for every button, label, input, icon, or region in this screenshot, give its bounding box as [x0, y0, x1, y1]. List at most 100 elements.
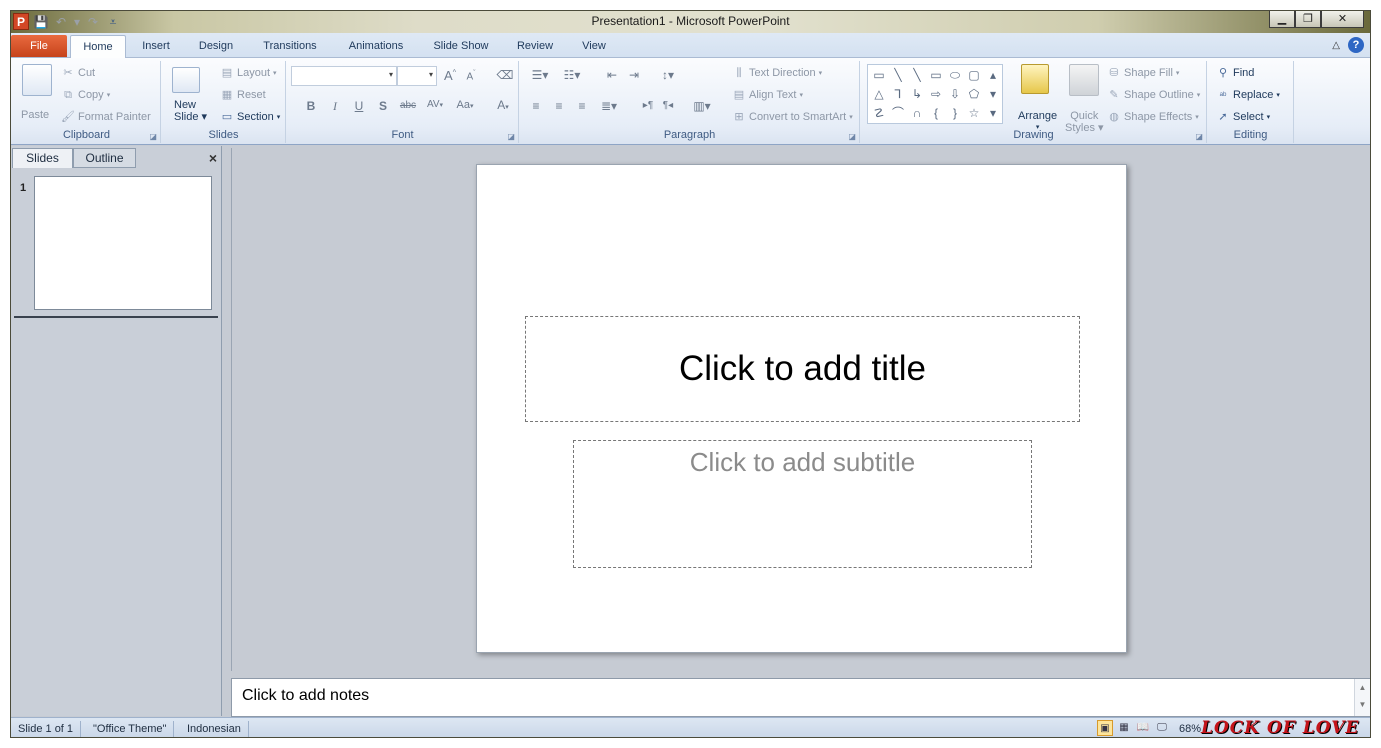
minimize-ribbon-icon[interactable]: △ [1332, 40, 1340, 51]
slide-sorter-icon[interactable]: ▦ [1116, 720, 1132, 736]
text-direction-button[interactable]: ⫼ Text Direction ▾ [732, 66, 822, 80]
tab-animations[interactable]: Animations [339, 35, 413, 58]
arc-shape-icon[interactable]: ∩ [908, 104, 926, 123]
shapes-gallery[interactable]: ▭ ╲ ╲ ▭ ⬭ ▢ ▴ △ ⅂ ↳ ⇨ ⇩ ⬠ ▾ ☡ ⌒ ∩ { } ☆ [867, 64, 1003, 124]
help-icon[interactable]: ? [1348, 37, 1364, 53]
tab-design[interactable]: Design [191, 35, 241, 58]
left-to-right-icon[interactable]: ▸¶ [638, 100, 658, 111]
clear-formatting-icon[interactable]: ⌫ [495, 68, 515, 82]
clipboard-launcher-icon[interactable]: ◪ [149, 132, 157, 141]
down-arrow-shape-icon[interactable]: ⇩ [946, 85, 964, 104]
shape-fill-button[interactable]: ⛁ Shape Fill ▾ [1107, 66, 1179, 80]
notes-placeholder[interactable]: Click to add notes [242, 687, 369, 705]
minimize-button[interactable]: ▁ [1269, 11, 1295, 28]
tab-insert[interactable]: Insert [133, 35, 179, 58]
slide-show-icon[interactable]: 🖵 [1154, 720, 1170, 736]
slide-thumbnail[interactable] [34, 176, 212, 310]
freeform-shape-icon[interactable]: ☡ [870, 104, 888, 123]
increase-indent-icon[interactable]: ⇥ [624, 68, 644, 82]
left-brace-shape-icon[interactable]: { [927, 104, 945, 123]
tab-slides[interactable]: Slides [12, 148, 73, 168]
title-placeholder[interactable]: Click to add title [525, 316, 1080, 422]
bullets-icon[interactable]: ☰▾ [526, 68, 554, 82]
justify-icon[interactable]: ≣▾ [596, 99, 622, 113]
copy-button[interactable]: ⧉ Copy ▾ [61, 88, 110, 102]
tab-outline[interactable]: Outline [73, 148, 136, 168]
numbering-icon[interactable]: ☷▾ [558, 68, 586, 82]
tab-review[interactable]: Review [511, 35, 559, 58]
tab-file[interactable]: File [11, 35, 67, 57]
font-launcher-icon[interactable]: ◪ [507, 132, 515, 141]
character-spacing-button[interactable]: AV▾ [423, 99, 447, 110]
maximize-button[interactable]: ❐ [1295, 11, 1321, 28]
select-button[interactable]: ➚ Select ▾ [1216, 110, 1270, 124]
columns-icon[interactable]: ▥▾ [688, 99, 716, 113]
convert-smartart-button[interactable]: ⊞ Convert to SmartArt ▾ [732, 110, 852, 124]
language-status[interactable]: Indonesian [180, 721, 249, 737]
right-arrow-shape-icon[interactable]: ⇨ [927, 85, 945, 104]
shape-effects-button[interactable]: ◍ Shape Effects ▾ [1107, 110, 1199, 124]
pentagon-shape-icon[interactable]: ⬠ [965, 85, 983, 104]
align-right-icon[interactable]: ≡ [572, 99, 592, 113]
font-color-button[interactable]: A▾ [491, 98, 515, 112]
zoom-level[interactable]: 68% [1179, 721, 1201, 737]
new-slide-icon[interactable] [172, 67, 200, 93]
rectangle-shape-icon[interactable]: ▭ [927, 66, 945, 85]
tab-view[interactable]: View [574, 35, 614, 58]
change-case-button[interactable]: Aa▾ [453, 99, 477, 111]
decrease-indent-icon[interactable]: ⇤ [602, 68, 622, 82]
shape-outline-button[interactable]: ✎ Shape Outline ▾ [1107, 88, 1200, 102]
align-text-button[interactable]: ▤ Align Text ▾ [732, 88, 803, 102]
star-shape-icon[interactable]: ☆ [965, 104, 983, 123]
gallery-more-icon[interactable]: ▾ [984, 104, 1002, 123]
font-name-combo[interactable]: ▾ [291, 66, 397, 86]
reset-button[interactable]: ▦ Reset [220, 88, 266, 102]
curve-shape-icon[interactable]: ⌒ [889, 104, 907, 123]
theme-status[interactable]: "Office Theme" [86, 721, 175, 737]
normal-view-icon[interactable]: ▣ [1097, 720, 1113, 736]
triangle-shape-icon[interactable]: △ [870, 85, 888, 104]
text-shadow-button[interactable]: S [373, 99, 393, 113]
underline-button[interactable]: U [349, 99, 369, 113]
notes-scrollbar[interactable]: ▲ ▼ [1354, 679, 1370, 716]
tab-home[interactable]: Home [70, 35, 126, 58]
reading-view-icon[interactable]: 📖 [1135, 720, 1151, 736]
italic-button[interactable]: I [325, 99, 345, 114]
scroll-up-icon[interactable]: ▴ [984, 66, 1002, 85]
grow-font-button[interactable]: A^ [440, 68, 460, 83]
bold-button[interactable]: B [301, 99, 321, 113]
strikethrough-button[interactable]: abc [397, 100, 419, 111]
cut-button[interactable]: ✂ Cut [61, 66, 95, 80]
subtitle-placeholder[interactable]: Click to add subtitle [573, 440, 1032, 568]
tab-transitions[interactable]: Transitions [256, 35, 324, 58]
arrow-line-shape-icon[interactable]: ╲ [908, 66, 926, 85]
font-size-combo[interactable]: ▾ [397, 66, 437, 86]
scroll-down-icon[interactable]: ▾ [984, 85, 1002, 104]
replace-button[interactable]: ᵃᵇ Replace ▾ [1216, 88, 1280, 102]
drawing-launcher-icon[interactable]: ◪ [1195, 132, 1203, 141]
slide-canvas[interactable]: Click to add title Click to add subtitle [476, 164, 1127, 653]
paste-button[interactable]: Paste [21, 109, 49, 121]
align-center-icon[interactable]: ≡ [549, 99, 569, 113]
new-slide-button[interactable]: New Slide ▾ [174, 99, 207, 123]
close-pane-icon[interactable]: × [209, 150, 217, 166]
paste-icon[interactable] [22, 64, 52, 96]
oval-shape-icon[interactable]: ⬭ [946, 66, 964, 85]
elbow-arrow-shape-icon[interactable]: ↳ [908, 85, 926, 104]
format-painter-button[interactable]: 🖌 Format Painter [61, 110, 151, 124]
find-button[interactable]: ⚲ Find [1216, 66, 1254, 80]
right-to-left-icon[interactable]: ¶◂ [658, 100, 678, 111]
line-shape-icon[interactable]: ╲ [889, 66, 907, 85]
layout-button[interactable]: ▤ Layout ▾ [220, 66, 277, 80]
line-spacing-icon[interactable]: ↕▾ [654, 68, 682, 82]
close-button[interactable]: ✕ [1321, 11, 1364, 28]
notes-pane[interactable]: Click to add notes ▲ ▼ [231, 678, 1370, 717]
arrange-icon[interactable] [1021, 64, 1049, 94]
align-left-icon[interactable]: ≡ [526, 99, 546, 113]
shrink-font-button[interactable]: Aˇ [461, 70, 481, 82]
section-button[interactable]: ▭ Section ▾ [220, 110, 280, 124]
right-brace-shape-icon[interactable]: } [946, 104, 964, 123]
textbox-shape-icon[interactable]: ▭ [870, 66, 888, 85]
elbow-connector-shape-icon[interactable]: ⅂ [889, 85, 907, 104]
quick-styles-icon[interactable] [1069, 64, 1099, 96]
